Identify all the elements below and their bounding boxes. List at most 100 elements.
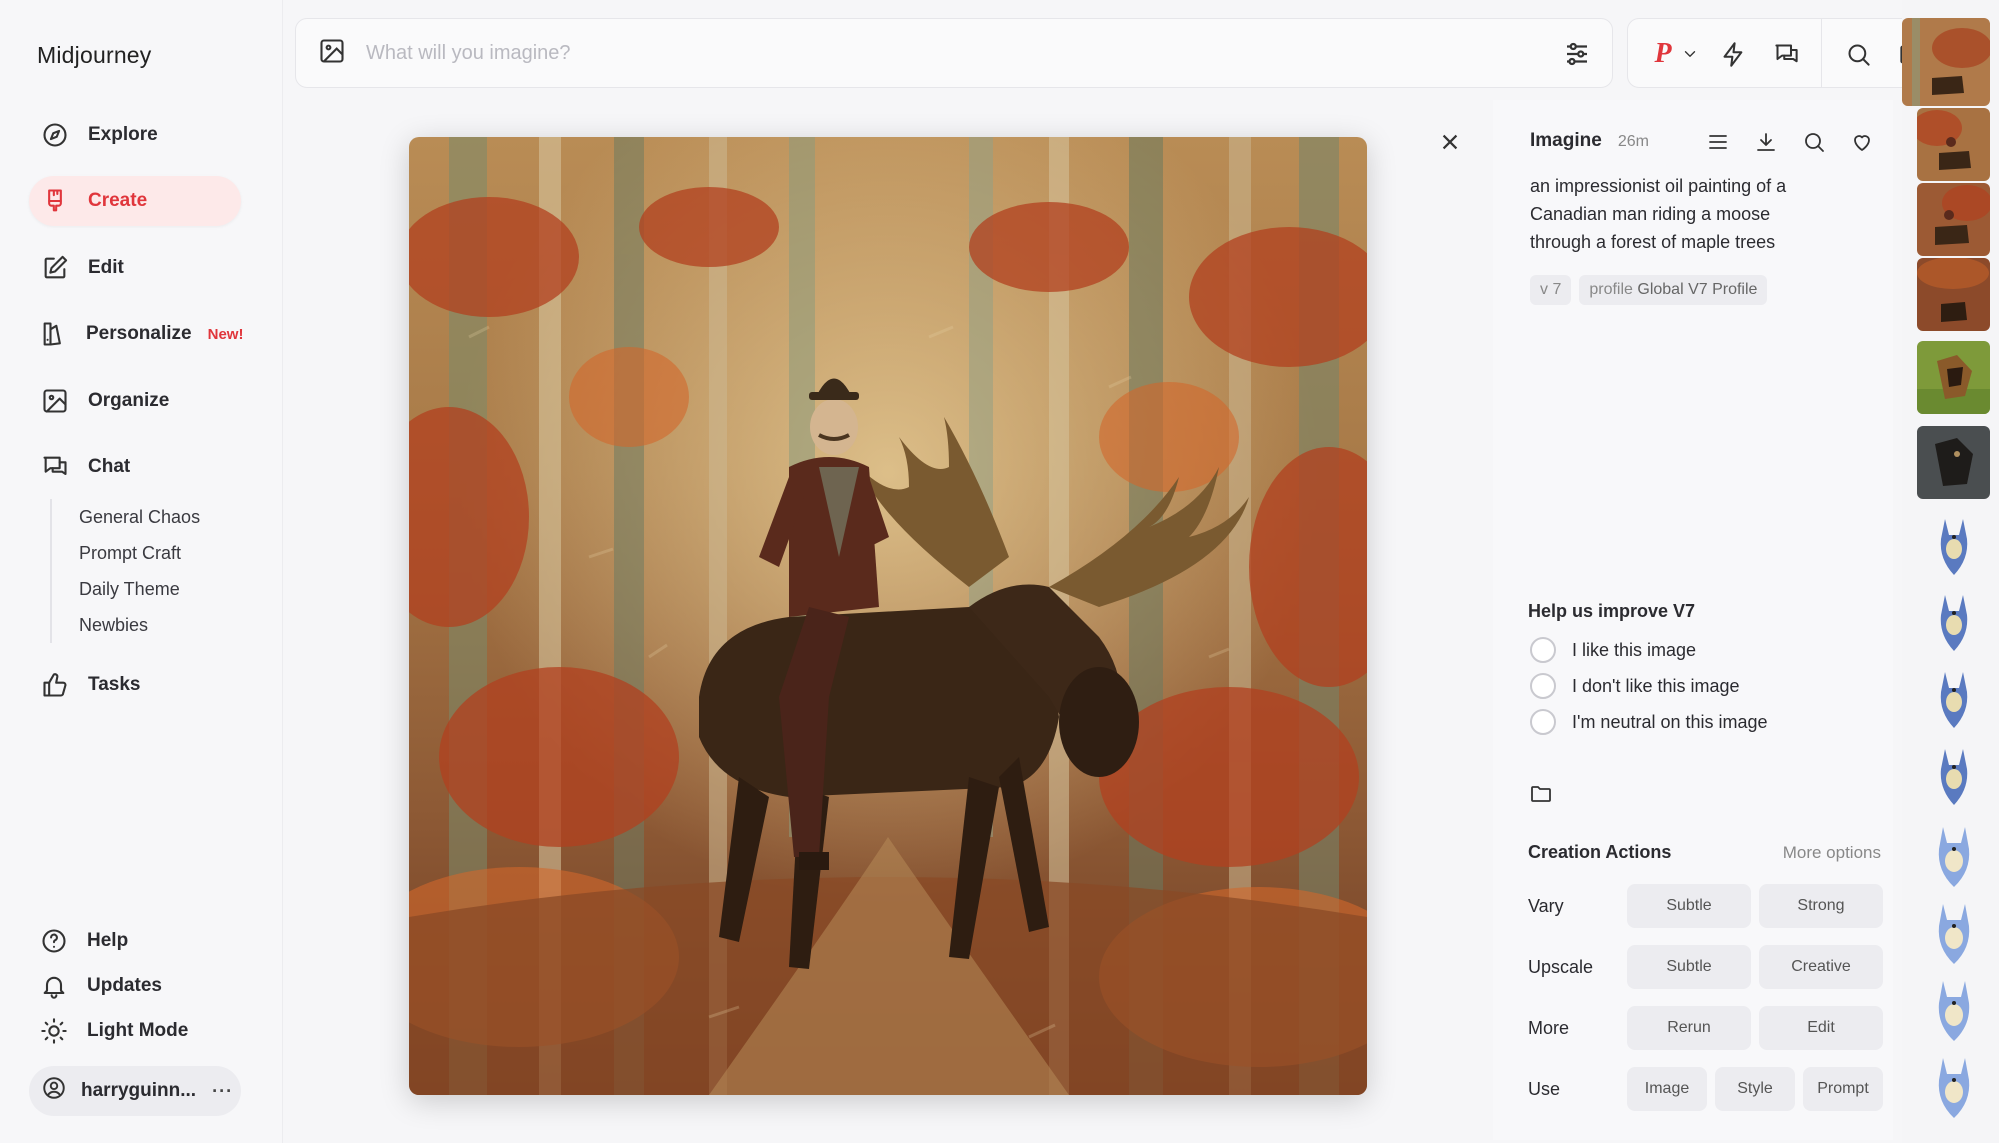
light-mode-toggle[interactable]: Light Mode — [39, 1016, 188, 1046]
help-circle-icon — [39, 926, 69, 956]
username: harryguinn... — [81, 1080, 197, 1101]
prompt-text[interactable]: an impressionist oil painting of a Canad… — [1530, 172, 1830, 256]
edit-button[interactable]: Edit — [1759, 1006, 1883, 1050]
sidebar-item-tasks[interactable]: Tasks — [29, 660, 241, 710]
history-thumbnail[interactable] — [1902, 18, 1990, 106]
search-icon[interactable] — [1843, 39, 1873, 69]
sidebar-item-label: Personalize — [86, 323, 192, 344]
history-thumbnail[interactable] — [1917, 183, 1990, 256]
add-to-folder-icon[interactable] — [1529, 782, 1555, 808]
radio-button[interactable] — [1530, 637, 1556, 663]
upscale-creative-button[interactable]: Creative — [1759, 945, 1883, 989]
help-link[interactable]: Help — [39, 926, 128, 956]
search-similar-icon[interactable] — [1801, 129, 1827, 155]
sidebar-item-personalize[interactable]: Personalize New! — [29, 309, 243, 359]
heart-icon[interactable] — [1849, 129, 1875, 155]
vary-strong-button[interactable]: Strong — [1759, 884, 1883, 928]
history-thumbnail[interactable] — [1917, 662, 1990, 735]
toolbar-divider — [1821, 19, 1822, 87]
feedback-neutral[interactable]: I'm neutral on this image — [1530, 709, 1768, 735]
history-thumbnail-strip — [1902, 0, 1999, 1143]
menu-lines-icon[interactable] — [1705, 129, 1731, 155]
rerun-button[interactable]: Rerun — [1627, 1006, 1751, 1050]
profile-tag-prefix: profile — [1589, 281, 1633, 298]
bell-icon — [39, 971, 69, 1001]
chevron-down-icon[interactable] — [1680, 39, 1700, 69]
history-thumbnail[interactable] — [1917, 896, 1990, 969]
creation-actions-title: Creation Actions — [1528, 842, 1672, 862]
history-thumbnail[interactable] — [1917, 585, 1990, 658]
sidebar-item-label: Tasks — [88, 674, 141, 695]
image-upload-icon[interactable] — [318, 37, 346, 70]
brand-logo[interactable]: Midjourney — [37, 42, 152, 69]
profile-selector[interactable]: P — [1648, 38, 1678, 69]
moose-rider-painting — [409, 137, 1367, 1095]
feedback-option-label: I like this image — [1572, 639, 1697, 660]
vary-subtle-button[interactable]: Subtle — [1627, 884, 1751, 928]
job-age: 26m — [1617, 133, 1649, 150]
radio-button[interactable] — [1530, 673, 1556, 699]
close-icon[interactable] — [1435, 127, 1465, 157]
user-more-button[interactable]: ··· — [212, 1081, 233, 1102]
chat-room-prompt-craft[interactable]: Prompt Craft — [79, 535, 200, 571]
user-account-pill[interactable]: harryguinn... ··· — [29, 1066, 241, 1116]
light-mode-label: Light Mode — [87, 1020, 189, 1041]
user-circle-icon — [41, 1075, 67, 1107]
vary-label: Vary — [1528, 896, 1564, 916]
download-icon[interactable] — [1753, 129, 1779, 155]
chat-icon[interactable] — [1771, 39, 1801, 69]
use-prompt-button[interactable]: Prompt — [1803, 1067, 1883, 1111]
feedback-title: Help us improve V7 — [1528, 601, 1696, 621]
sun-icon — [39, 1016, 69, 1046]
thumbs-up-icon — [40, 670, 70, 700]
sidebar-item-explore[interactable]: Explore — [29, 110, 241, 160]
generated-image[interactable] — [409, 137, 1367, 1095]
more-label: More — [1528, 1018, 1570, 1038]
feedback-option-label: I'm neutral on this image — [1572, 711, 1768, 732]
feedback-like[interactable]: I like this image — [1530, 637, 1696, 663]
feedback-dislike[interactable]: I don't like this image — [1530, 673, 1740, 699]
use-label: Use — [1528, 1079, 1561, 1099]
sidebar-item-edit[interactable]: Edit — [29, 243, 241, 293]
pencil-square-icon — [40, 253, 70, 283]
history-thumbnail[interactable] — [1917, 341, 1990, 414]
profile-tag[interactable]: profile Global V7 Profile — [1579, 275, 1768, 305]
prompt-input[interactable] — [366, 41, 1466, 65]
help-label: Help — [87, 930, 129, 951]
history-thumbnail[interactable] — [1917, 258, 1990, 331]
version-tag[interactable]: v 7 — [1530, 275, 1572, 305]
history-thumbnail[interactable] — [1917, 426, 1990, 499]
sidebar-item-chat[interactable]: Chat — [29, 442, 241, 492]
job-type: Imagine — [1530, 130, 1602, 151]
image-grid-icon — [40, 386, 70, 416]
history-thumbnail[interactable] — [1917, 819, 1990, 892]
lightning-icon[interactable] — [1718, 39, 1748, 69]
detail-actions — [1705, 129, 1875, 155]
feedback-option-label: I don't like this image — [1572, 675, 1740, 696]
history-thumbnail[interactable] — [1917, 739, 1990, 812]
chat-room-daily-theme[interactable]: Daily Theme — [79, 571, 200, 607]
more-options-link[interactable]: More options — [1783, 843, 1881, 863]
prompt-bar — [295, 18, 1613, 88]
chat-room-general-chaos[interactable]: General Chaos — [79, 499, 200, 535]
use-style-button[interactable]: Style — [1715, 1067, 1795, 1111]
chat-bubbles-icon — [40, 452, 70, 482]
chat-room-list: General Chaos Prompt Craft Daily Theme N… — [50, 499, 200, 643]
upscale-subtle-button[interactable]: Subtle — [1627, 945, 1751, 989]
sidebar-item-label: Organize — [88, 390, 170, 411]
sidebar-item-label: Chat — [88, 456, 131, 477]
settings-sliders-icon[interactable] — [1562, 39, 1592, 74]
history-thumbnail[interactable] — [1917, 1050, 1990, 1123]
profile-tag-name: Global V7 Profile — [1637, 281, 1758, 298]
history-thumbnail[interactable] — [1917, 973, 1990, 1046]
updates-link[interactable]: Updates — [39, 971, 162, 1001]
sidebar-item-organize[interactable]: Organize — [29, 376, 241, 426]
history-thumbnail[interactable] — [1917, 509, 1990, 582]
sidebar-item-label: Edit — [88, 257, 124, 278]
chat-room-newbies[interactable]: Newbies — [79, 607, 200, 643]
updates-label: Updates — [87, 975, 162, 996]
sidebar-item-create[interactable]: Create — [29, 176, 241, 226]
radio-button[interactable] — [1530, 709, 1556, 735]
history-thumbnail[interactable] — [1917, 108, 1990, 181]
use-image-button[interactable]: Image — [1627, 1067, 1707, 1111]
